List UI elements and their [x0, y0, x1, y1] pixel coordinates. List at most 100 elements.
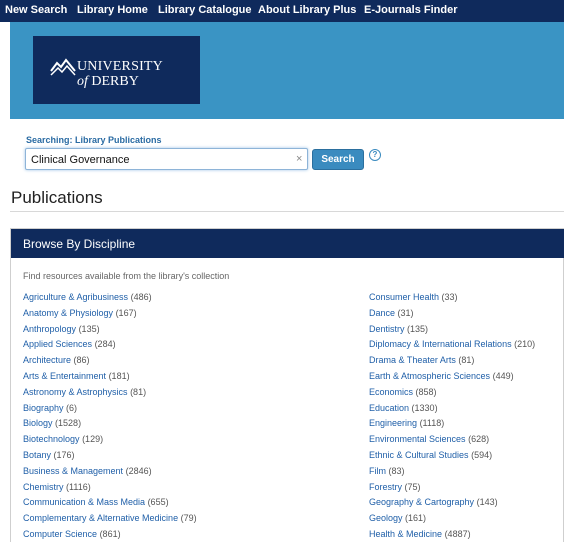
browse-heading: Browse By Discipline: [23, 237, 136, 251]
discipline-link[interactable]: Drama & Theater Arts: [369, 355, 456, 365]
browse-panel: Browse By Discipline Find resources avai…: [10, 228, 564, 542]
discipline-count: (167): [115, 307, 137, 318]
discipline-list-item: Architecture (86): [23, 355, 197, 371]
discipline-link[interactable]: Business & Management: [23, 466, 123, 476]
university-logo[interactable]: UNIVERSITY of DERBY: [33, 36, 200, 104]
discipline-column-right: Consumer Health (33) Dance (31) Dentistry …: [369, 292, 535, 545]
discipline-count: (161): [405, 513, 427, 524]
search-button[interactable]: Search: [312, 149, 364, 170]
discipline-count: (1528): [55, 418, 82, 429]
discipline-count: (81): [130, 386, 147, 397]
discipline-list-item: Botany (176): [23, 450, 197, 466]
clear-search-icon[interactable]: ×: [296, 153, 302, 165]
discipline-list-item: Biography (6): [23, 403, 197, 419]
browse-description: Find resources available from the librar…: [23, 271, 230, 281]
discipline-count: (81): [458, 355, 475, 366]
discipline-list-item: Environmental Sciences (628): [369, 434, 535, 450]
discipline-link[interactable]: Forestry: [369, 482, 402, 492]
discipline-count: (79): [180, 513, 197, 524]
discipline-list-item: Consumer Health (33): [369, 292, 535, 308]
nav-library-catalogue[interactable]: Library Catalogue: [158, 4, 252, 16]
discipline-link[interactable]: Diplomacy & International Relations: [369, 339, 512, 349]
discipline-count: (1118): [419, 418, 445, 429]
discipline-list-item: Earth & Atmospheric Sciences (449): [369, 371, 535, 387]
header-banner: UNIVERSITY of DERBY: [10, 22, 564, 119]
search-box: ×: [25, 148, 308, 170]
discipline-list-item: Astronomy & Astrophysics (81): [23, 387, 197, 403]
discipline-count: (210): [514, 339, 536, 350]
discipline-link[interactable]: Film: [369, 466, 386, 476]
discipline-link[interactable]: Consumer Health: [369, 292, 439, 302]
discipline-list-item: Communication & Mass Media (655): [23, 497, 197, 513]
nav-new-search[interactable]: New Search: [5, 4, 67, 16]
discipline-count: (143): [476, 497, 498, 508]
discipline-list-item: Complementary & Alternative Medicine (79…: [23, 513, 197, 529]
discipline-link[interactable]: Environmental Sciences: [369, 434, 466, 444]
discipline-link[interactable]: Chemistry: [23, 482, 64, 492]
help-icon[interactable]: ?: [369, 149, 381, 161]
discipline-link[interactable]: Biography: [23, 403, 64, 413]
discipline-count: (1330): [411, 402, 438, 413]
title-divider: [10, 211, 564, 212]
discipline-link[interactable]: Agriculture & Agribusiness: [23, 292, 128, 302]
discipline-link[interactable]: Engineering: [369, 418, 417, 428]
discipline-count: (1116): [66, 481, 91, 492]
discipline-list-item: Health & Medicine (4887): [369, 529, 535, 545]
logo-university-text: UNIVERSITY: [77, 59, 163, 74]
discipline-list-item: Applied Sciences (284): [23, 339, 197, 355]
discipline-link[interactable]: Dance: [369, 308, 395, 318]
discipline-count: (135): [78, 323, 100, 334]
discipline-link[interactable]: Health & Medicine: [369, 529, 442, 539]
discipline-count: (858): [415, 386, 437, 397]
discipline-list-item: Computer Science (861): [23, 529, 197, 545]
discipline-count: (861): [99, 528, 121, 539]
discipline-count: (83): [388, 465, 405, 476]
discipline-count: (284): [94, 339, 116, 350]
discipline-list-item: Biotechnology (129): [23, 434, 197, 450]
search-scope-label: Searching: Library Publications: [26, 135, 162, 145]
discipline-list-item: Geography & Cartography (143): [369, 497, 535, 513]
discipline-link[interactable]: Education: [369, 403, 409, 413]
discipline-link[interactable]: Economics: [369, 387, 413, 397]
discipline-link[interactable]: Biotechnology: [23, 434, 80, 444]
discipline-link[interactable]: Geography & Cartography: [369, 497, 474, 507]
discipline-link[interactable]: Anthropology: [23, 324, 76, 334]
discipline-link[interactable]: Ethnic & Cultural Studies: [369, 450, 469, 460]
discipline-link[interactable]: Astronomy & Astrophysics: [23, 387, 128, 397]
discipline-link[interactable]: Complementary & Alternative Medicine: [23, 513, 178, 523]
search-input[interactable]: [31, 152, 291, 167]
discipline-link[interactable]: Architecture: [23, 355, 71, 365]
discipline-link[interactable]: Applied Sciences: [23, 339, 92, 349]
discipline-list-item: Biology (1528): [23, 418, 197, 434]
discipline-list-item: Economics (858): [369, 387, 535, 403]
discipline-link[interactable]: Botany: [23, 450, 51, 460]
discipline-count: (2846): [125, 465, 152, 476]
discipline-link[interactable]: Communication & Mass Media: [23, 497, 145, 507]
discipline-list-item: Film (83): [369, 466, 535, 482]
top-nav-bar: New Search Library Home Library Catalogu…: [0, 0, 564, 22]
discipline-count: (449): [492, 370, 514, 381]
discipline-link[interactable]: Geology: [369, 513, 403, 523]
nav-ejournals-finder[interactable]: E-Journals Finder: [364, 4, 458, 16]
discipline-link[interactable]: Computer Science: [23, 529, 97, 539]
discipline-list-item: Chemistry (1116): [23, 482, 197, 498]
nav-library-home[interactable]: Library Home: [77, 4, 148, 16]
discipline-list-item: Ethnic & Cultural Studies (594): [369, 450, 535, 466]
discipline-count: (628): [468, 434, 490, 445]
discipline-count: (75): [404, 481, 421, 492]
discipline-count: (31): [397, 307, 414, 318]
discipline-count: (176): [53, 449, 75, 460]
discipline-list-item: Dance (31): [369, 308, 535, 324]
discipline-link[interactable]: Arts & Entertainment: [23, 371, 106, 381]
discipline-link[interactable]: Earth & Atmospheric Sciences: [369, 371, 490, 381]
discipline-link[interactable]: Anatomy & Physiology: [23, 308, 113, 318]
logo-derby-text: of DERBY: [77, 74, 139, 89]
discipline-count: (594): [471, 449, 493, 460]
discipline-list-item: Anatomy & Physiology (167): [23, 308, 197, 324]
discipline-count: (486): [130, 292, 152, 302]
discipline-link[interactable]: Dentistry: [369, 324, 405, 334]
discipline-count: (4887): [444, 528, 471, 539]
mountain-logo-icon: [50, 58, 76, 76]
nav-about-library-plus[interactable]: About Library Plus: [258, 4, 356, 16]
discipline-link[interactable]: Biology: [23, 418, 53, 428]
